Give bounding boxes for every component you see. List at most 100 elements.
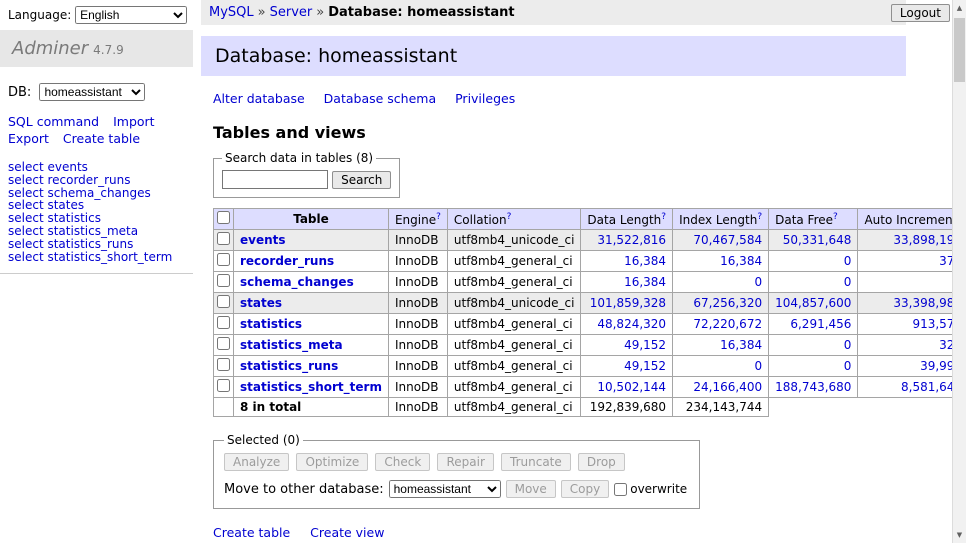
data-length-link[interactable]: 49,152 — [587, 359, 666, 373]
repair-button[interactable]: Repair — [437, 453, 493, 471]
data-length-link[interactable]: 16,384 — [587, 254, 666, 268]
data-length-link[interactable]: 16,384 — [587, 275, 666, 289]
auto-increment-link[interactable]: 8,581,645 — [864, 380, 952, 394]
data-free-link[interactable]: 0 — [775, 359, 851, 373]
auto-increment-link[interactable]: 6 — [864, 275, 952, 289]
data-length-link[interactable]: 101,859,328 — [587, 296, 666, 310]
search-input[interactable] — [222, 170, 328, 189]
collation-cell: utf8mb4_general_ci — [447, 251, 581, 272]
sidebar-link-export[interactable]: Export — [8, 131, 49, 146]
privileges-link[interactable]: Privileges — [455, 91, 515, 106]
breadcrumb-link-mysql[interactable]: MySQL — [209, 5, 254, 20]
move-database-row: Move to other database: homeassistant Mo… — [224, 480, 687, 498]
sidebar-item-select-recorder-runs[interactable]: select recorder_runs — [8, 174, 193, 187]
sidebar-item-select-events[interactable]: select events — [8, 161, 193, 174]
row-checkbox[interactable] — [217, 274, 230, 287]
data-length-link[interactable]: 49,152 — [587, 338, 666, 352]
index-length-link[interactable]: 72,220,672 — [679, 317, 762, 331]
index-length-help-link[interactable]: ? — [757, 212, 762, 222]
auto-increment-link[interactable]: 378 — [864, 254, 952, 268]
engine-cell: InnoDB — [388, 293, 447, 314]
create-table-link[interactable]: Create table — [213, 525, 290, 540]
col-header-data-free: Data Free — [775, 213, 833, 227]
db-select[interactable]: homeassistant — [39, 83, 145, 101]
row-checkbox[interactable] — [217, 253, 230, 266]
data-free-link[interactable]: 0 — [775, 338, 851, 352]
select-all-checkbox[interactable] — [217, 211, 230, 224]
index-length-link[interactable]: 70,467,584 — [679, 233, 762, 247]
language-select[interactable]: English — [75, 6, 187, 24]
table-link[interactable]: statistics_short_term — [240, 380, 382, 394]
alter-database-link[interactable]: Alter database — [213, 91, 305, 106]
index-length-link[interactable]: 0 — [679, 275, 762, 289]
data-length-link[interactable]: 48,824,320 — [587, 317, 666, 331]
scroll-down-icon[interactable]: ▼ — [953, 527, 966, 543]
table-row: recorder_runs InnoDB utf8mb4_general_ci … — [214, 251, 953, 272]
row-checkbox[interactable] — [217, 358, 230, 371]
collation-cell: utf8mb4_unicode_ci — [447, 293, 581, 314]
data-free-link[interactable]: 104,857,600 — [775, 296, 851, 310]
row-checkbox[interactable] — [217, 295, 230, 308]
logout-button[interactable]: Logout — [891, 4, 950, 22]
adminer-logo-link[interactable]: Adminer — [12, 38, 88, 59]
auto-increment-link[interactable]: 325 — [864, 338, 952, 352]
auto-increment-link[interactable]: 39,999 — [864, 359, 952, 373]
move-database-select[interactable]: homeassistant — [389, 480, 501, 498]
move-label: Move to other database: — [224, 482, 384, 497]
data-free-link[interactable]: 0 — [775, 275, 851, 289]
col-header-auto-increment: Auto Increment — [864, 213, 952, 227]
breadcrumb-separator: » — [258, 5, 266, 20]
database-schema-link[interactable]: Database schema — [324, 91, 436, 106]
data-free-link[interactable]: 50,331,648 — [775, 233, 851, 247]
table-link[interactable]: states — [240, 296, 282, 310]
sidebar-link-import[interactable]: Import — [113, 114, 155, 129]
sidebar-item-select-statistics-meta[interactable]: select statistics_meta — [8, 225, 193, 238]
overwrite-checkbox[interactable] — [614, 483, 627, 496]
table-link[interactable]: schema_changes — [240, 275, 354, 289]
copy-button[interactable]: Copy — [561, 480, 609, 498]
row-checkbox[interactable] — [217, 316, 230, 329]
table-link[interactable]: statistics_runs — [240, 359, 338, 373]
auto-increment-link[interactable]: 33,398,984 — [864, 296, 952, 310]
table-link[interactable]: statistics — [240, 317, 302, 331]
index-length-link[interactable]: 24,166,400 — [679, 380, 762, 394]
auto-increment-link[interactable]: 33,898,196 — [864, 233, 952, 247]
auto-increment-link[interactable]: 913,577 — [864, 317, 952, 331]
data-free-link[interactable]: 188,743,680 — [775, 380, 851, 394]
search-button[interactable]: Search — [332, 171, 391, 189]
analyze-button[interactable]: Analyze — [224, 453, 289, 471]
breadcrumb-link-server[interactable]: Server — [270, 5, 313, 20]
row-checkbox[interactable] — [217, 379, 230, 392]
check-button[interactable]: Check — [375, 453, 430, 471]
data-length-link[interactable]: 10,502,144 — [587, 380, 666, 394]
sidebar-item-select-statistics-runs[interactable]: select statistics_runs — [8, 238, 193, 251]
data-free-link[interactable]: 6,291,456 — [775, 317, 851, 331]
index-length-link[interactable]: 16,384 — [679, 254, 762, 268]
collation-cell: utf8mb4_unicode_ci — [447, 230, 581, 251]
sidebar-link-sql-command[interactable]: SQL command — [8, 114, 99, 129]
data-free-help-link[interactable]: ? — [833, 212, 838, 222]
table-link[interactable]: statistics_meta — [240, 338, 343, 352]
sidebar-item-select-statistics-short-term[interactable]: select statistics_short_term — [8, 251, 193, 264]
index-length-link[interactable]: 67,256,320 — [679, 296, 762, 310]
collation-help-link[interactable]: ? — [507, 212, 512, 222]
row-checkbox[interactable] — [217, 232, 230, 245]
index-length-link[interactable]: 0 — [679, 359, 762, 373]
table-link[interactable]: events — [240, 233, 286, 247]
optimize-button[interactable]: Optimize — [296, 453, 368, 471]
data-length-help-link[interactable]: ? — [661, 212, 666, 222]
move-button[interactable]: Move — [506, 480, 556, 498]
engine-help-link[interactable]: ? — [436, 212, 441, 222]
row-checkbox[interactable] — [217, 337, 230, 350]
main-content: MySQL»Server»Database: homeassistant Dat… — [193, 0, 952, 543]
scrollbar-thumb[interactable] — [954, 18, 965, 82]
data-length-link[interactable]: 31,522,816 — [587, 233, 666, 247]
create-view-link[interactable]: Create view — [310, 525, 384, 540]
drop-button[interactable]: Drop — [578, 453, 625, 471]
scroll-up-icon[interactable]: ▲ — [953, 0, 966, 16]
truncate-button[interactable]: Truncate — [501, 453, 571, 471]
index-length-link[interactable]: 16,384 — [679, 338, 762, 352]
sidebar-link-create-table[interactable]: Create table — [63, 131, 140, 146]
table-link[interactable]: recorder_runs — [240, 254, 334, 268]
data-free-link[interactable]: 0 — [775, 254, 851, 268]
